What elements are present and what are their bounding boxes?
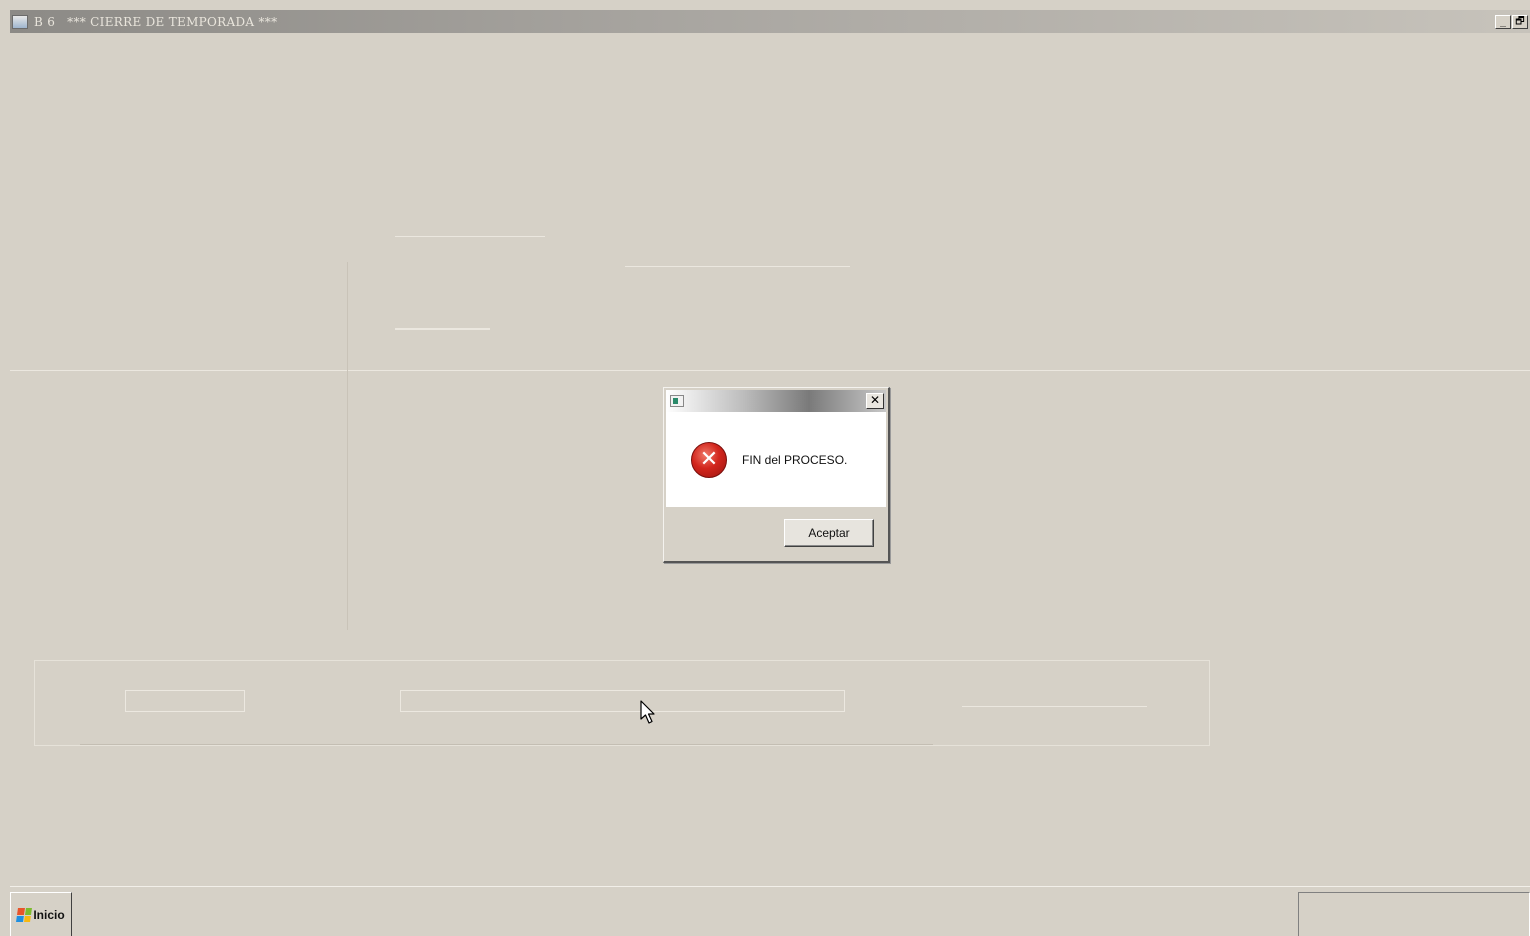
app-icon[interactable] bbox=[12, 14, 28, 29]
dialog-app-icon bbox=[670, 395, 684, 407]
taskbar: Inicio bbox=[10, 886, 1530, 936]
windows-flag-icon bbox=[16, 907, 33, 922]
form-label-ghost bbox=[395, 328, 490, 330]
error-icon: ✕ bbox=[691, 442, 727, 478]
message-dialog: ✕ ✕ FIN del PROCESO. Aceptar bbox=[663, 387, 890, 563]
error-icon-glyph: ✕ bbox=[699, 447, 719, 472]
window-buttons: _ 🗗 bbox=[1495, 14, 1528, 29]
mouse-pointer-icon bbox=[640, 700, 655, 724]
close-button[interactable]: ✕ bbox=[866, 393, 884, 409]
form-divider-vertical bbox=[347, 262, 348, 630]
form-divider-horizontal bbox=[10, 370, 1530, 371]
dialog-body: ✕ FIN del PROCESO. bbox=[666, 412, 886, 507]
window-number: B 6 bbox=[34, 14, 56, 29]
window-titlebar[interactable]: B 6 *** CIERRE DE TEMPORADA *** _ 🗗 bbox=[10, 10, 1530, 33]
screen: B 6 *** CIERRE DE TEMPORADA *** _ 🗗 ✕ ✕ … bbox=[0, 0, 1530, 936]
dialog-titlebar[interactable]: ✕ bbox=[666, 390, 886, 412]
form-label-ghost bbox=[395, 236, 545, 237]
window-title: *** CIERRE DE TEMPORADA *** bbox=[67, 14, 278, 29]
ghost-button bbox=[125, 690, 245, 712]
minimize-button[interactable]: _ bbox=[1495, 14, 1511, 29]
dialog-message: FIN del PROCESO. bbox=[742, 453, 848, 467]
start-label: Inicio bbox=[33, 907, 65, 922]
form-underline bbox=[625, 266, 850, 267]
ghost-label bbox=[962, 706, 1147, 707]
ghost-button bbox=[400, 690, 845, 712]
ok-button[interactable]: Aceptar bbox=[784, 519, 874, 547]
restore-button[interactable]: 🗗 bbox=[1512, 14, 1528, 29]
start-button[interactable]: Inicio bbox=[10, 892, 72, 936]
system-tray bbox=[1298, 892, 1530, 936]
button-panel-underline bbox=[80, 744, 933, 745]
